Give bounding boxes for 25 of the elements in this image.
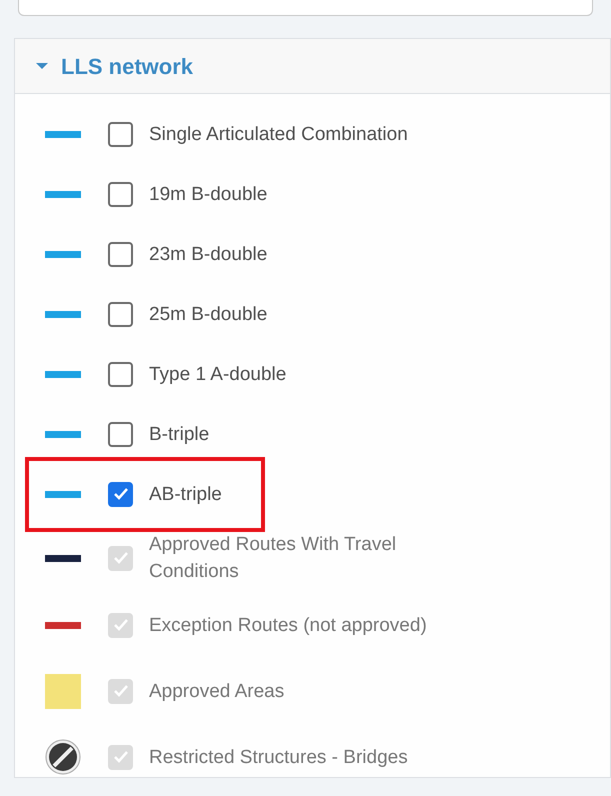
checkmark-icon [112,551,128,565]
section-header[interactable]: LLS network [15,39,610,94]
layer-label: AB-triple [149,482,222,506]
layer-label: 23m B-double [149,242,268,266]
layer-label: 25m B-double [149,302,268,326]
layer-label: Approved Routes With Travel Conditions [149,533,398,584]
layer-label: Type 1 A-double [149,362,286,386]
checkbox[interactable] [108,302,133,326]
layer-label: Restricted Structures - Bridges [149,746,408,770]
checkmark-icon [112,487,128,501]
layer-label: Exception Routes (not approved) [149,614,427,638]
checkbox[interactable] [108,482,133,506]
checkmark-icon [112,750,128,764]
checkbox[interactable] [108,242,133,266]
checkbox[interactable] [108,182,133,206]
checkmark-icon [112,684,128,698]
checkbox[interactable] [108,122,133,146]
layer-label: B-triple [149,422,210,446]
layer-label: 19m B-double [149,182,268,206]
section-title: LLS network [61,52,194,80]
layer-label: Approved Areas [149,680,284,704]
checkbox[interactable] [108,422,133,446]
checkmark-icon [112,618,128,632]
layer-label: Single Articulated Combination [149,122,408,146]
checkbox[interactable] [108,362,133,386]
